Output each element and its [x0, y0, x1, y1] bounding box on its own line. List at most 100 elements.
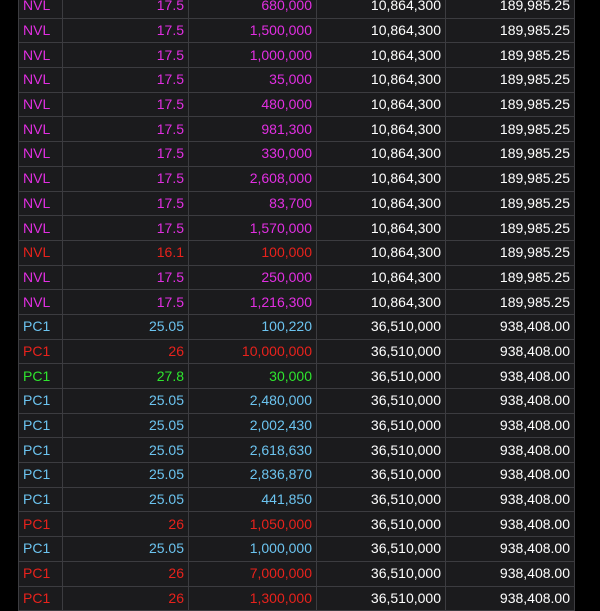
price-cell: 17.5	[62, 92, 189, 118]
volume-cell: 2,836,870	[188, 462, 317, 488]
symbol-cell: NVL	[18, 42, 63, 69]
total-volume-cell: 10,864,300	[316, 92, 446, 118]
symbol-cell: NVL	[18, 289, 63, 315]
symbol-cell: PC1	[18, 462, 63, 488]
table-row[interactable]: NVL 16.1 100,000 10,864,300 189,985.25	[18, 240, 575, 266]
volume-cell: 100,000	[188, 240, 317, 266]
total-value-cell: 189,985.25	[445, 67, 575, 93]
price-cell: 17.5	[62, 289, 189, 315]
volume-cell: 100,220	[188, 314, 317, 340]
total-volume-cell: 10,864,300	[316, 265, 446, 291]
total-volume-cell: 36,510,000	[316, 487, 446, 513]
table-row[interactable]: PC1 26 1,050,000 36,510,000 938,408.00	[18, 511, 575, 538]
table-row[interactable]: PC1 25.05 1,000,000 36,510,000 938,408.00	[18, 536, 575, 562]
table-row[interactable]: NVL 17.5 83,700 10,864,300 189,985.25	[18, 191, 575, 217]
price-cell: 17.5	[62, 42, 189, 69]
total-volume-cell: 10,864,300	[316, 141, 446, 167]
table-row[interactable]: PC1 26 10,000,000 36,510,000 938,408.00	[18, 339, 575, 365]
table-row[interactable]: NVL 17.5 35,000 10,864,300 189,985.25	[18, 67, 575, 93]
symbol-cell: PC1	[18, 363, 63, 389]
volume-cell: 680,000	[188, 0, 317, 19]
price-cell: 25.05	[62, 487, 189, 513]
symbol-cell: NVL	[18, 240, 63, 266]
table-row[interactable]: NVL 17.5 330,000 10,864,300 189,985.25	[18, 141, 575, 167]
table-row[interactable]: PC1 27.8 30,000 36,510,000 938,408.00	[18, 363, 575, 389]
price-cell: 17.5	[62, 141, 189, 167]
volume-cell: 2,618,630	[188, 437, 317, 464]
table-row[interactable]: PC1 25.05 100,220 36,510,000 938,408.00	[18, 314, 575, 340]
total-value-cell: 189,985.25	[445, 0, 575, 19]
table-row[interactable]: PC1 25.05 441,850 36,510,000 938,408.00	[18, 487, 575, 513]
total-value-cell: 189,985.25	[445, 265, 575, 291]
price-cell: 25.05	[62, 462, 189, 488]
volume-cell: 2,002,430	[188, 413, 317, 439]
table-row[interactable]: NVL 17.5 1,000,000 10,864,300 189,985.25	[18, 42, 575, 69]
total-value-cell: 938,408.00	[445, 388, 575, 414]
table-row[interactable]: PC1 25.05 2,002,430 36,510,000 938,408.00	[18, 413, 575, 439]
symbol-cell: PC1	[18, 586, 63, 611]
volume-cell: 981,300	[188, 116, 317, 143]
volume-cell: 1,300,000	[188, 586, 317, 611]
volume-cell: 1,216,300	[188, 289, 317, 315]
symbol-cell: PC1	[18, 511, 63, 538]
total-value-cell: 938,408.00	[445, 437, 575, 464]
symbol-cell: NVL	[18, 191, 63, 217]
symbol-cell: NVL	[18, 141, 63, 167]
price-cell: 17.5	[62, 67, 189, 93]
symbol-cell: NVL	[18, 116, 63, 143]
price-cell: 17.5	[62, 166, 189, 192]
total-value-cell: 938,408.00	[445, 511, 575, 538]
total-volume-cell: 36,510,000	[316, 314, 446, 340]
price-cell: 25.05	[62, 437, 189, 464]
table-row[interactable]: PC1 25.05 2,618,630 36,510,000 938,408.00	[18, 437, 575, 464]
symbol-cell: PC1	[18, 339, 63, 365]
symbol-cell: PC1	[18, 561, 63, 587]
volume-cell: 330,000	[188, 141, 317, 167]
trades-table-body: NVL 17.5 680,000 10,864,300 189,985.25 NVL 17.…	[18, 0, 575, 611]
table-row[interactable]: NVL 17.5 1,570,000 10,864,300 189,985.25	[18, 215, 575, 241]
total-value-cell: 938,408.00	[445, 561, 575, 587]
symbol-cell: NVL	[18, 265, 63, 291]
total-volume-cell: 36,510,000	[316, 511, 446, 538]
symbol-cell: NVL	[18, 67, 63, 93]
symbol-cell: NVL	[18, 166, 63, 192]
volume-cell: 1,000,000	[188, 42, 317, 69]
volume-cell: 250,000	[188, 265, 317, 291]
total-value-cell: 189,985.25	[445, 18, 575, 44]
total-volume-cell: 36,510,000	[316, 586, 446, 611]
total-value-cell: 938,408.00	[445, 586, 575, 611]
table-row[interactable]: NVL 17.5 2,608,000 10,864,300 189,985.25	[18, 166, 575, 192]
total-volume-cell: 10,864,300	[316, 289, 446, 315]
total-value-cell: 938,408.00	[445, 487, 575, 513]
table-row[interactable]: NVL 17.5 250,000 10,864,300 189,985.25	[18, 265, 575, 291]
table-row[interactable]: NVL 17.5 1,500,000 10,864,300 189,985.25	[18, 18, 575, 44]
total-volume-cell: 36,510,000	[316, 561, 446, 587]
total-value-cell: 189,985.25	[445, 42, 575, 69]
symbol-cell: PC1	[18, 536, 63, 562]
volume-cell: 1,500,000	[188, 18, 317, 44]
table-row[interactable]: NVL 17.5 480,000 10,864,300 189,985.25	[18, 92, 575, 118]
price-cell: 26	[62, 586, 189, 611]
total-value-cell: 189,985.25	[445, 240, 575, 266]
table-row[interactable]: PC1 26 1,300,000 36,510,000 938,408.00	[18, 586, 575, 611]
table-row[interactable]: PC1 25.05 2,836,870 36,510,000 938,408.00	[18, 462, 575, 488]
total-volume-cell: 10,864,300	[316, 67, 446, 93]
table-row[interactable]: PC1 25.05 2,480,000 36,510,000 938,408.00	[18, 388, 575, 414]
volume-cell: 2,480,000	[188, 388, 317, 414]
price-cell: 17.5	[62, 18, 189, 44]
total-volume-cell: 36,510,000	[316, 536, 446, 562]
volume-cell: 480,000	[188, 92, 317, 118]
table-row[interactable]: NVL 17.5 981,300 10,864,300 189,985.25	[18, 116, 575, 143]
table-row[interactable]: NVL 17.5 1,216,300 10,864,300 189,985.25	[18, 289, 575, 315]
volume-cell: 1,570,000	[188, 215, 317, 241]
symbol-cell: PC1	[18, 487, 63, 513]
price-cell: 17.5	[62, 215, 189, 241]
table-row[interactable]: PC1 26 7,000,000 36,510,000 938,408.00	[18, 561, 575, 587]
total-value-cell: 938,408.00	[445, 314, 575, 340]
total-volume-cell: 10,864,300	[316, 116, 446, 143]
total-volume-cell: 36,510,000	[316, 339, 446, 365]
total-value-cell: 189,985.25	[445, 141, 575, 167]
total-value-cell: 938,408.00	[445, 462, 575, 488]
table-row[interactable]: NVL 17.5 680,000 10,864,300 189,985.25	[18, 0, 575, 19]
trades-table-container[interactable]: NVL 17.5 680,000 10,864,300 189,985.25 NVL 17.…	[18, 0, 575, 611]
